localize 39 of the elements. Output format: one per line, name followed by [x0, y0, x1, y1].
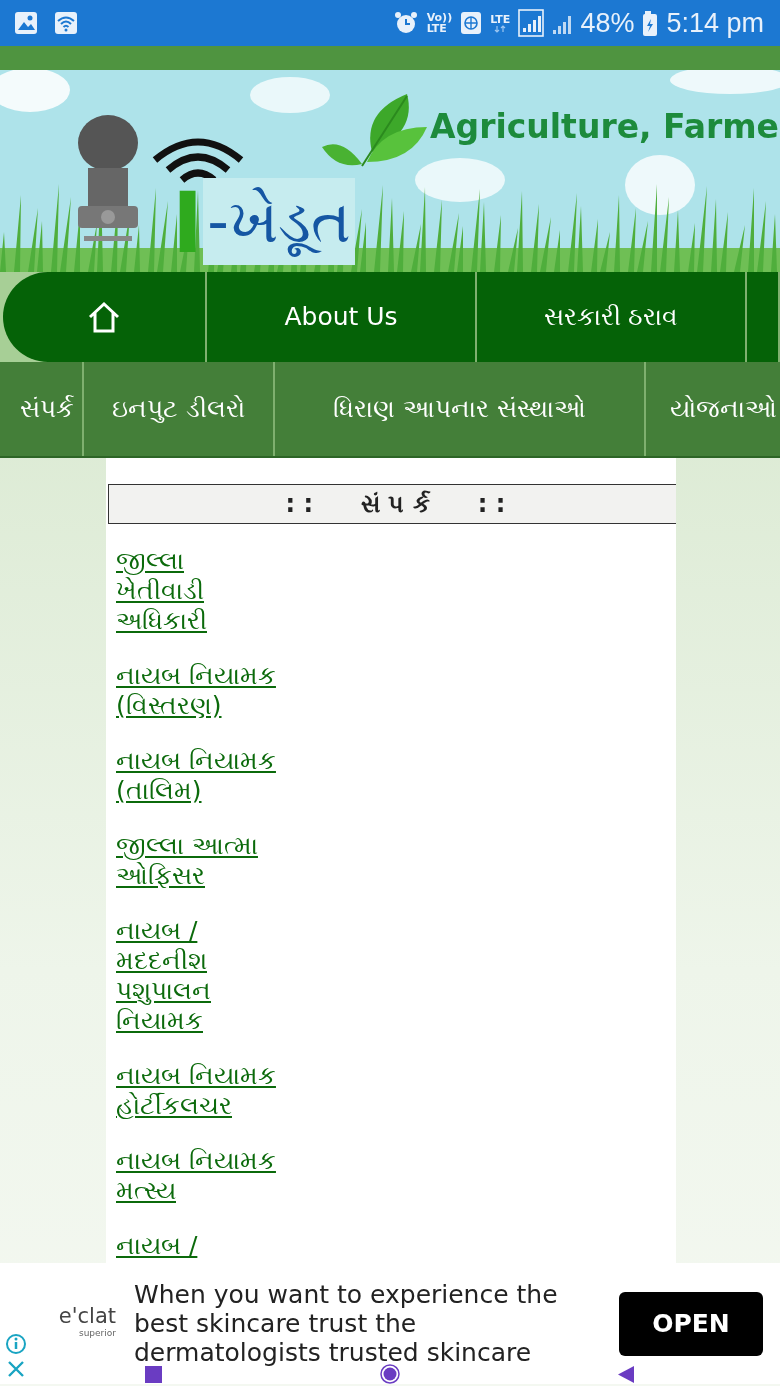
- contact-link[interactable]: નાયબ નિયામક હોર્ટીકલચર: [116, 1061, 276, 1121]
- section-heading: સં પ ર્ક: [361, 489, 430, 520]
- contact-link[interactable]: જીલ્લા આત્મા ઓફિસર: [116, 831, 276, 891]
- home-icon: [87, 300, 121, 334]
- square-nav-icon: [145, 1365, 162, 1383]
- globe-icon: [460, 11, 483, 35]
- contact-link[interactable]: નાયબ નિયામક (તાલિમ): [116, 746, 276, 806]
- volte-label: Vo)): [426, 12, 453, 23]
- alarm-icon: [392, 10, 419, 36]
- data-arrows-icon: [494, 24, 507, 33]
- logo-initial: I: [172, 181, 204, 265]
- back-nav-icon: [618, 1365, 634, 1383]
- signal-icon: [518, 9, 545, 37]
- wifi-icon: [54, 11, 78, 35]
- ad-brand-logo: e'clat: [58, 1306, 116, 1328]
- menu-item[interactable]: સરકારી ઠરાવ: [477, 272, 747, 362]
- info-icon: [5, 1333, 27, 1355]
- circle-nav-icon: [380, 1364, 400, 1384]
- contact-link[interactable]: જીલ્લા ખેતીવાડી અધિકારી: [116, 546, 276, 636]
- menu-item[interactable]: [747, 272, 780, 362]
- menu-item[interactable]: About Us: [207, 272, 477, 362]
- battery-percent: 48%: [580, 6, 635, 40]
- ad-text: When you want to experience the best skincare trust the dermatologists trusted skincare: [134, 1280, 559, 1367]
- contact-link[interactable]: નાયબ /: [116, 1231, 276, 1261]
- battery-icon: [642, 10, 659, 36]
- heading-divider: : :: [477, 489, 506, 520]
- contact-link[interactable]: નાયબ નિયામક (વિસ્તરણ): [116, 661, 276, 721]
- close-icon: [6, 1359, 26, 1379]
- ad-brand-tagline: superior: [78, 1327, 116, 1341]
- clock-time: 5:14 pm: [666, 6, 764, 40]
- image-icon: [14, 11, 38, 35]
- contact-link[interactable]: નાયબ નિયામક મત્સ્ય: [116, 1146, 276, 1206]
- tagline: Agriculture, Farme: [430, 106, 779, 148]
- logo-text: -ખેડૂત: [203, 178, 355, 265]
- contact-link[interactable]: નાયબ / મદદનીશ પશુપાલન નિયામક: [116, 916, 276, 1036]
- open-button[interactable]: OPEN: [619, 1291, 763, 1356]
- heading-divider: : :: [285, 489, 314, 520]
- volte-label: LTE: [426, 23, 447, 34]
- lte-label: LTE: [490, 13, 511, 25]
